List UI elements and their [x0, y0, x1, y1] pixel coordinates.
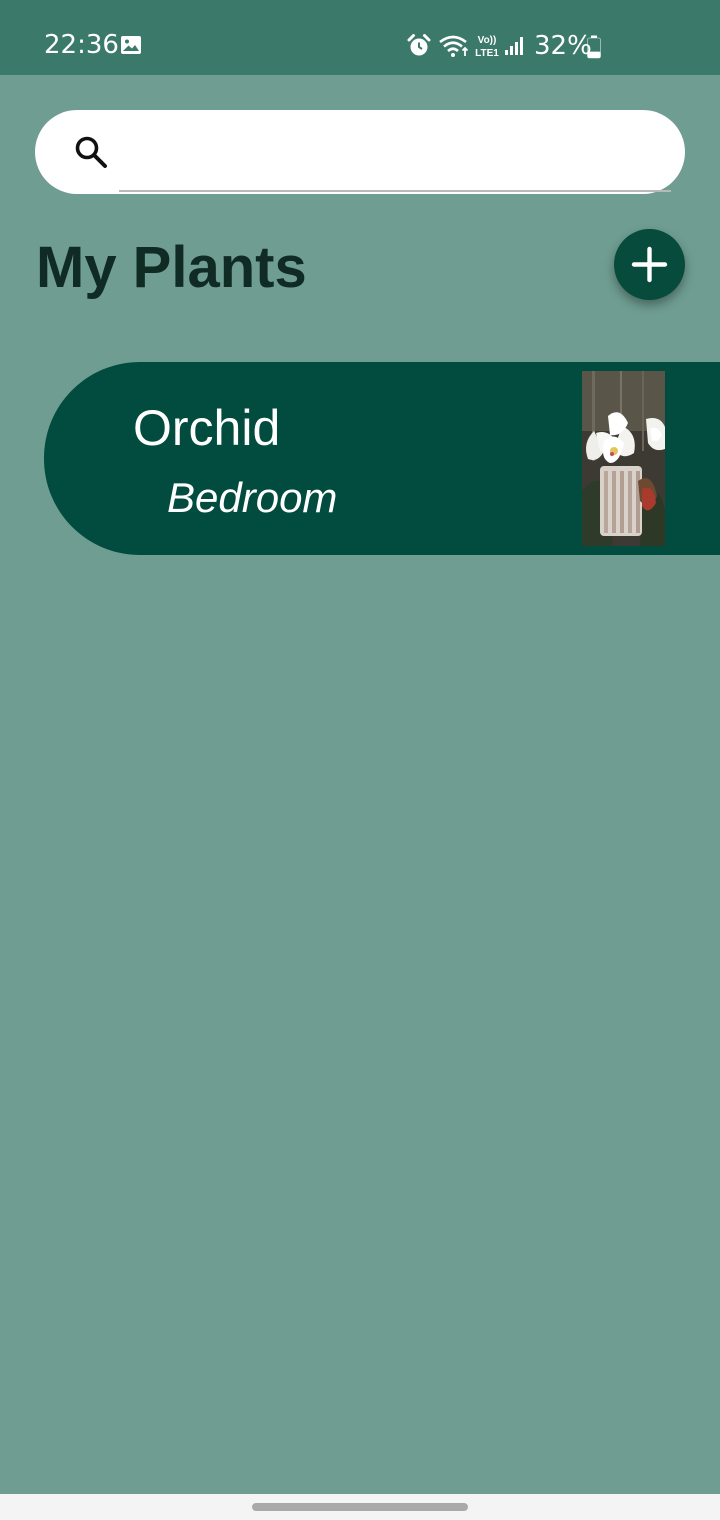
plant-card[interactable]: Orchid Bedroom [44, 362, 720, 555]
svg-text:Vo)): Vo)) [478, 35, 497, 46]
navigation-bar [0, 1494, 720, 1520]
svg-text:LTE1: LTE1 [475, 48, 499, 59]
plant-name: Orchid [133, 400, 281, 456]
add-plant-button[interactable] [614, 229, 685, 300]
status-time: 22:36 [44, 30, 119, 60]
search-input[interactable] [119, 124, 671, 192]
orchid-photo [582, 371, 665, 546]
status-bar: 22:36 Vo)) LTE1 32% [0, 0, 720, 75]
plus-icon [631, 246, 668, 283]
page-title: My Plants [36, 235, 307, 300]
volte-lte-icon: Vo)) LTE1 [473, 32, 501, 60]
alarm-icon [406, 34, 432, 58]
search-bar[interactable] [35, 110, 685, 194]
search-icon[interactable] [73, 134, 109, 170]
plant-location: Bedroom [167, 474, 338, 521]
wifi-icon [438, 34, 470, 58]
gallery-icon [120, 35, 142, 55]
home-gesture-handle[interactable] [252, 1503, 468, 1511]
battery-icon [586, 35, 602, 59]
battery-percent: 32% [534, 31, 592, 61]
signal-icon [504, 36, 524, 56]
